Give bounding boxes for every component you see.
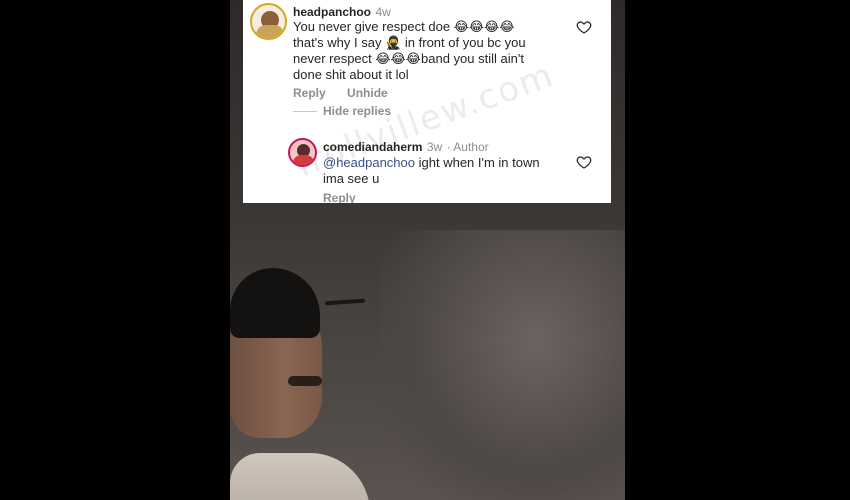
- hide-replies-label: Hide replies: [323, 104, 392, 118]
- laugh-emoji-icon: 😂: [468, 19, 485, 34]
- reply-header: comediandaherm 3w · Author: [323, 138, 489, 156]
- laugh-emoji-icon: 😂: [405, 51, 421, 66]
- comment-thread-card: Trollvillew.com headpanchoo 4w You never…: [243, 0, 611, 203]
- author-badge: · Author: [446, 140, 489, 154]
- comment-text-line: in front of you bc you: [404, 35, 526, 50]
- unhide-button[interactable]: Unhide: [347, 86, 388, 100]
- person-in-video: [230, 268, 370, 500]
- divider-line: [293, 111, 317, 113]
- hair: [230, 268, 320, 338]
- mustache: [288, 376, 322, 386]
- heart-icon[interactable]: [576, 19, 592, 35]
- reply-button[interactable]: Reply: [293, 86, 326, 100]
- mention-link[interactable]: @headpanchoo: [323, 155, 415, 170]
- reply-text: @headpanchoo ight when I'm in town ima s…: [323, 155, 568, 187]
- laugh-emoji-icon: 😂: [499, 19, 515, 34]
- comment-text-line: done shit about it lol: [293, 67, 409, 82]
- laugh-emoji-icon: 😂: [453, 19, 469, 34]
- comment-actions: Reply Unhide: [293, 86, 406, 100]
- reply-age: 3w: [426, 140, 443, 154]
- avatar[interactable]: [250, 3, 287, 40]
- laugh-emoji-icon: 😂: [484, 19, 500, 34]
- comment-text-line: You never give respect doe: [293, 19, 451, 34]
- comment-text-line: never respect: [293, 51, 372, 66]
- comment-age: 4w: [375, 5, 391, 19]
- avatar[interactable]: [288, 138, 317, 167]
- reply-text-line: ight when I'm in town: [418, 155, 540, 170]
- reply-actions: Reply: [323, 191, 356, 203]
- shirt: [230, 453, 370, 500]
- wall-light: [380, 230, 625, 500]
- laugh-emoji-icon: 😂: [375, 51, 391, 66]
- comment-text-line: band you still ain't: [421, 51, 524, 66]
- reply-text-line: ima see u: [323, 171, 380, 186]
- laugh-emoji-icon: 😂: [390, 51, 406, 66]
- comment-text: You never give respect doe 😂😂😂😂 that's w…: [293, 19, 563, 83]
- reply-button[interactable]: Reply: [323, 191, 356, 203]
- heart-icon[interactable]: [576, 154, 592, 170]
- comment-username[interactable]: headpanchoo: [293, 5, 371, 19]
- hide-replies-button[interactable]: Hide replies: [293, 104, 391, 118]
- reply-username[interactable]: comediandaherm: [323, 140, 422, 154]
- ninja-emoji-icon: 🥷: [385, 35, 402, 50]
- comment-text-line: that's why I say: [293, 35, 382, 50]
